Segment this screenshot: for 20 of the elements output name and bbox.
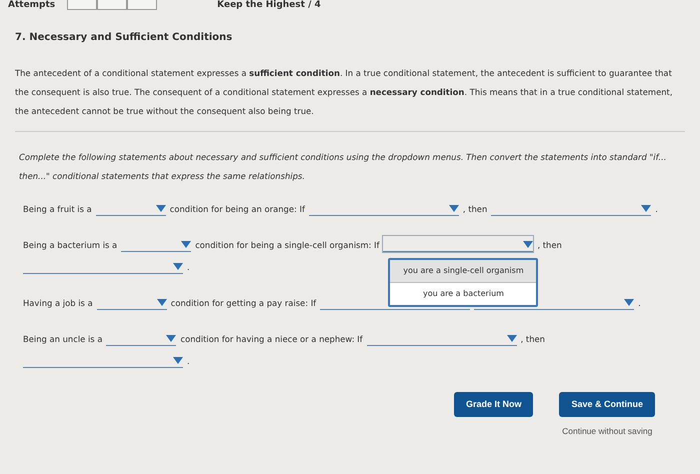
statement-text: condition for being a single-cell organism: If xyxy=(195,239,380,252)
intro-paragraph: The antecedent of a conditional statement expresses a sufficient condition. In a true conditional statement, the antecedent is sufficient to guarantee that the consequent is also true. The consequent of a conditional statement expresses a necessary condition. This means that in a true conditional statement, the antecedent cannot be true without the consequent also being true. xyxy=(15,67,674,118)
statement-text: . xyxy=(638,297,641,310)
statement-text: , then xyxy=(520,333,545,346)
statement-text: Having a job is a xyxy=(23,297,93,310)
statement-text: , then xyxy=(537,239,562,252)
keep-label: Keep the Highest / 4 xyxy=(217,1,321,10)
question-title: 7. Necessary and Sufficient Conditions xyxy=(15,31,234,45)
statement-text: . xyxy=(187,355,190,368)
instructions-text: Complete the following statements about necessary and sufficient conditions using the dropdown menus. Then convert the statements into standard "if... then..." conditional statements that express the same relationships. xyxy=(18,151,668,183)
statement-text: condition for having a niece or a nephew: If xyxy=(180,333,363,346)
statement-text: , then xyxy=(462,203,488,216)
statement-text: Being a bacterium is a xyxy=(23,239,118,252)
statement-text: . xyxy=(655,203,658,216)
statement-text: condition for getting a pay raise: If xyxy=(170,297,316,310)
statement-text: condition for being an orange: If xyxy=(170,203,305,216)
statement-text: . xyxy=(187,261,190,274)
statement-text: Being a fruit is a xyxy=(23,203,92,216)
statement-text: Being an uncle is a xyxy=(23,333,102,346)
attempts-label: Attempts xyxy=(8,1,56,10)
